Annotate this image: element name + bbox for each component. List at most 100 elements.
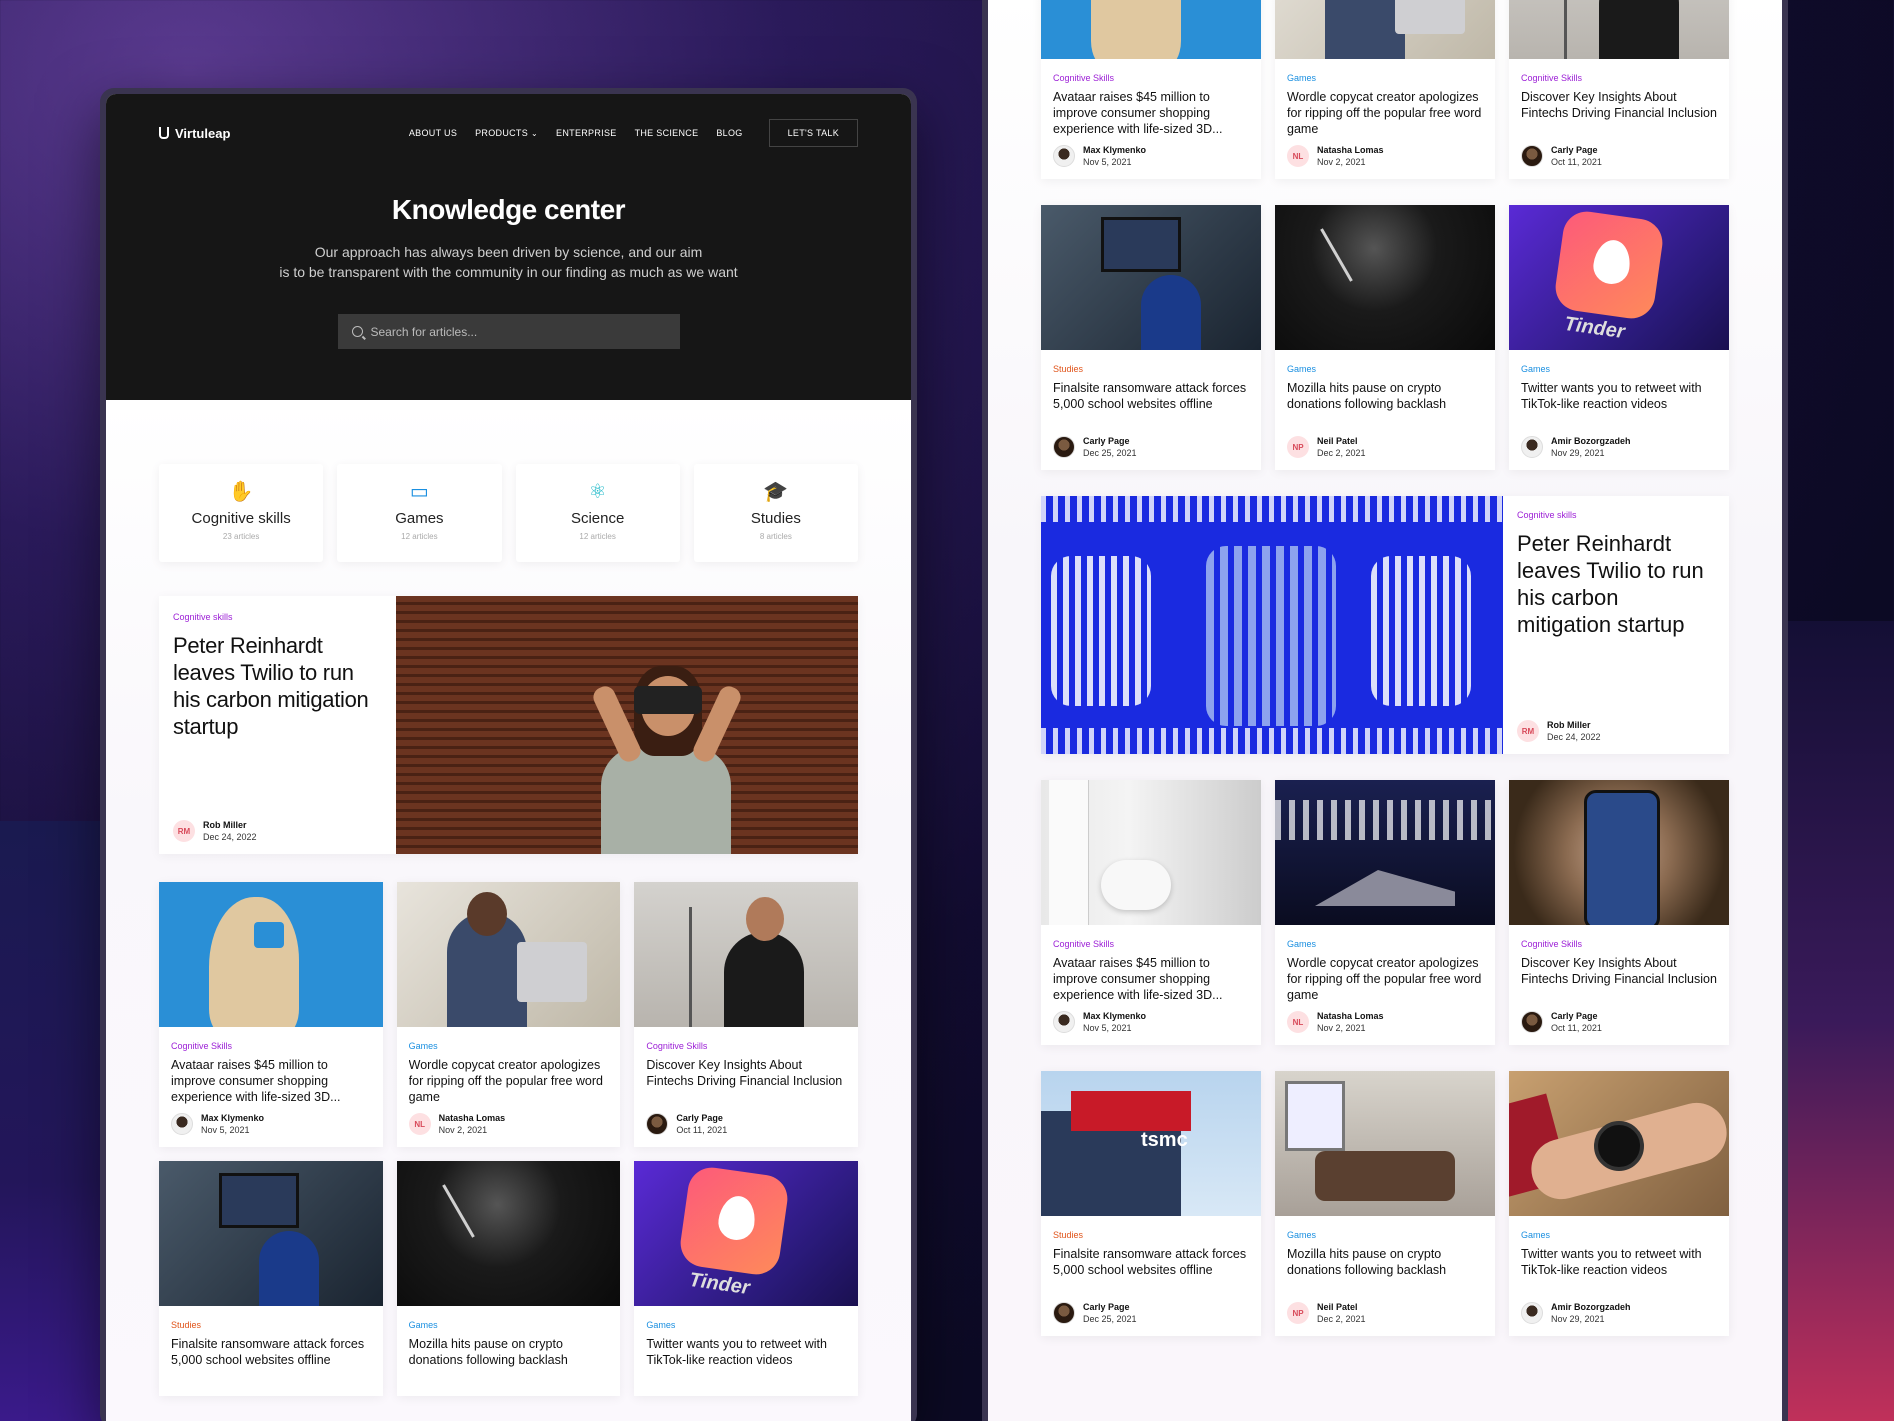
- author-name: Natasha Lomas: [1317, 1011, 1384, 1021]
- article-card[interactable]: Games Mozilla hits pause on crypto donat…: [1275, 1071, 1495, 1336]
- article-tag: Games: [646, 1320, 676, 1330]
- right-browser-window: Cognitive Skills Avataar raises $45 mill…: [982, 0, 1788, 1421]
- article-card[interactable]: Cognitive Skills Avataar raises $45 mill…: [1041, 780, 1261, 1045]
- author-name: Rob Miller: [203, 820, 247, 830]
- article-card[interactable]: tsmc Studies Finalsite ransomware attack…: [1041, 1071, 1261, 1336]
- article-tag: Games: [408, 1320, 438, 1330]
- category-card-studies[interactable]: 🎓 Studies 8 articles: [693, 464, 858, 562]
- featured-article-right[interactable]: Cognitive skills Peter Reinhardt leaves …: [1041, 496, 1729, 754]
- article-title: Avataar raises $45 million to improve co…: [171, 1058, 341, 1104]
- article-tag: Studies: [1053, 1230, 1084, 1240]
- article-title: Avataar raises $45 million to improve co…: [1053, 956, 1223, 1002]
- avatar: RM: [173, 820, 195, 842]
- article-card[interactable]: Games Wordle copycat creator apologizes …: [1275, 0, 1495, 179]
- article-card[interactable]: Cognitive Skills Avataar raises $45 mill…: [159, 882, 383, 1147]
- avatar: [646, 1113, 669, 1135]
- author-name: Max Klymenko: [1083, 1011, 1147, 1021]
- article-image: [396, 1161, 621, 1306]
- avatar: [1053, 1011, 1075, 1033]
- article-date: Dec 25, 2021: [1083, 1314, 1137, 1324]
- article-card[interactable]: Studies Finalsite ransomware attack forc…: [159, 1161, 383, 1396]
- search-placeholder: Search for articles...: [370, 324, 478, 339]
- avatar: [1521, 1302, 1543, 1324]
- search-icon: [351, 326, 363, 337]
- article-grid-3: Cognitive Skills Avataar raises $45 mill…: [1041, 780, 1729, 1045]
- category-count: 8 articles: [759, 532, 792, 541]
- article-card[interactable]: Games Mozilla hits pause on crypto donat…: [396, 1161, 621, 1396]
- article-tag: Studies: [171, 1320, 202, 1330]
- article-title: Mozilla hits pause on crypto donations f…: [408, 1337, 568, 1367]
- author-name: Max Klymenko: [1083, 145, 1147, 155]
- article-date: Dec 25, 2021: [1083, 448, 1137, 458]
- article-tag: Cognitive Skills: [1521, 939, 1583, 949]
- nav-blog[interactable]: BLOG: [716, 128, 742, 138]
- article-card[interactable]: Tinder Games Twitter wants you to retwee…: [634, 1161, 858, 1396]
- author-name: Amir Bozorgzadeh: [1551, 436, 1631, 446]
- article-grid-4: tsmc Studies Finalsite ransomware attack…: [1041, 1071, 1729, 1336]
- main-content: ✋ Cognitive skills 23 articles ▭ Games 1…: [106, 400, 911, 1421]
- category-card-science[interactable]: ⚛ Science 12 articles: [515, 464, 680, 562]
- article-title: Finalsite ransomware attack forces 5,000…: [171, 1337, 365, 1367]
- article-date: Dec 2, 2021: [1317, 1314, 1366, 1324]
- article-image: [1041, 0, 1261, 59]
- top-nav: Virtuleap ABOUT US PRODUCTS ⌄ ENTERPRISE …: [106, 94, 911, 158]
- nav-enterprise[interactable]: ENTERPRISE: [556, 128, 617, 138]
- article-image: Tinder: [1509, 205, 1729, 350]
- nav-products[interactable]: PRODUCTS ⌄: [475, 128, 538, 138]
- article-tag: Games: [1287, 364, 1317, 374]
- article-title: Discover Key Insights About Fintechs Dri…: [1521, 956, 1717, 986]
- featured-image: [1041, 496, 1503, 754]
- subtitle-line-2: is to be transparent with the community …: [279, 264, 738, 280]
- article-title: Twitter wants you to retweet with TikTok…: [646, 1337, 827, 1367]
- hand-icon: ✋: [228, 481, 254, 503]
- avatar: [1053, 1302, 1075, 1324]
- article-date: Dec 24, 2022: [203, 832, 257, 842]
- featured-article[interactable]: Cognitive skills Peter Reinhardt leaves …: [159, 596, 858, 854]
- image-text: Tinder: [688, 1268, 752, 1300]
- article-image: [159, 882, 383, 1027]
- graduation-cap-icon: 🎓: [763, 481, 789, 503]
- subtitle-line-1: Our approach has always been driven by s…: [314, 244, 703, 260]
- article-tag: Studies: [1053, 364, 1084, 374]
- article-card[interactable]: Cognitive Skills Avataar raises $45 mill…: [1041, 0, 1261, 179]
- nav-the-science[interactable]: THE SCIENCE: [635, 128, 699, 138]
- category-name: Science: [570, 510, 625, 527]
- article-title: Twitter wants you to retweet with TikTok…: [1521, 381, 1702, 411]
- search-input[interactable]: Search for articles...: [337, 314, 680, 349]
- article-card[interactable]: Tinder Games Twitter wants you to retwee…: [1509, 205, 1729, 470]
- article-card[interactable]: Cognitive Skills Discover Key Insights A…: [634, 882, 858, 1147]
- author-name: Natasha Lomas: [438, 1113, 506, 1123]
- left-browser-window: Virtuleap ABOUT US PRODUCTS ⌄ ENTERPRISE …: [100, 88, 917, 1421]
- article-card[interactable]: Games Twitter wants you to retweet with …: [1509, 1071, 1729, 1336]
- article-image: Tinder: [634, 1161, 858, 1306]
- category-card-games[interactable]: ▭ Games 12 articles: [337, 464, 502, 562]
- avatar: NL: [1287, 145, 1309, 167]
- article-image: [1275, 1071, 1495, 1216]
- article-image: [1275, 780, 1495, 925]
- article-image: [1509, 0, 1729, 59]
- article-card[interactable]: Cognitive Skills Discover Key Insights A…: [1509, 0, 1729, 179]
- article-title: Discover Key Insights About Fintechs Dri…: [1521, 90, 1717, 120]
- article-card[interactable]: Games Wordle copycat creator apologizes …: [1275, 780, 1495, 1045]
- article-card[interactable]: Studies Finalsite ransomware attack forc…: [1041, 205, 1261, 470]
- category-count: 23 articles: [222, 532, 260, 541]
- article-card[interactable]: Games Mozilla hits pause on crypto donat…: [1275, 205, 1495, 470]
- article-author: RM Rob Miller Dec 24, 2022: [173, 820, 257, 842]
- article-date: Nov 2, 2021: [1317, 1023, 1366, 1033]
- category-card-cognitive[interactable]: ✋ Cognitive skills 23 articles: [159, 464, 324, 562]
- article-tag: Games: [408, 1041, 438, 1051]
- article-tag: Games: [1287, 1230, 1317, 1240]
- article-card[interactable]: Games Wordle copycat creator apologizes …: [396, 882, 621, 1147]
- article-image: [159, 1161, 383, 1306]
- article-card[interactable]: Cognitive Skills Discover Key Insights A…: [1509, 780, 1729, 1045]
- article-date: Nov 29, 2021: [1551, 1314, 1605, 1324]
- nav-about[interactable]: ABOUT US: [409, 128, 457, 138]
- hero-section: Virtuleap ABOUT US PRODUCTS ⌄ ENTERPRISE …: [106, 94, 911, 400]
- avatar: NP: [1287, 1302, 1309, 1324]
- lets-talk-button[interactable]: LET'S TALK: [768, 119, 858, 147]
- article-date: Nov 5, 2021: [1083, 157, 1132, 167]
- brand-logo[interactable]: Virtuleap: [159, 126, 230, 141]
- article-tag: Games: [1287, 73, 1317, 83]
- article-image: [1509, 1071, 1729, 1216]
- article-title: Mozilla hits pause on crypto donations f…: [1287, 381, 1447, 411]
